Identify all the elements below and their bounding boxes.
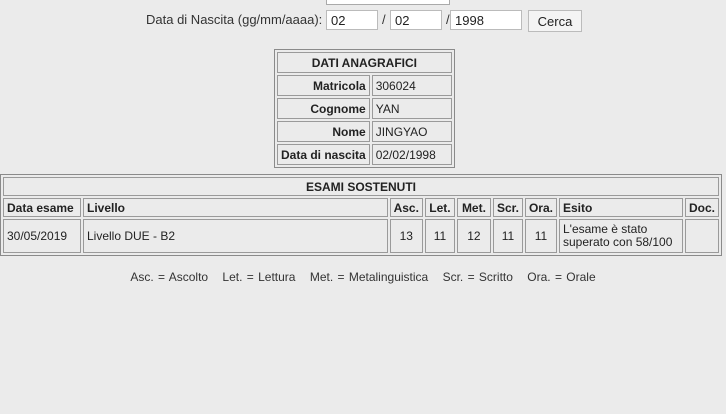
column-header: Livello	[83, 198, 388, 217]
table-row: Cognome YAN	[277, 98, 452, 119]
table-row: Matricola 306024	[277, 75, 452, 96]
column-header: Met.	[456, 198, 491, 217]
score-met: 12	[456, 219, 491, 253]
column-header: Data esame	[3, 198, 81, 217]
score-ora: 11	[524, 219, 557, 253]
table-header-row: Data esame Livello Asc. Let. Met. Scr. O…	[3, 198, 719, 217]
table-row: Data di nascita 02/02/1998	[277, 144, 452, 165]
column-header: Asc.	[389, 198, 423, 217]
exam-result: L'esame è stato superato con 58/100	[558, 219, 683, 253]
abbreviation-legend: Asc. = Ascolto Let. = Lettura Met. = Met…	[0, 270, 726, 284]
legend-item: Met. = Metalinguistica	[309, 270, 429, 284]
personal-data-title: DATI ANAGRAFICI	[277, 52, 452, 73]
dob-label: Data di Nascita (gg/mm/aaaa):	[146, 12, 323, 27]
field-label: Data di nascita	[277, 144, 370, 165]
legend-item: Let. = Lettura	[222, 270, 296, 284]
score-asc: 13	[389, 219, 423, 253]
legend-item: Asc. = Ascolto	[130, 270, 209, 284]
column-header: Scr.	[492, 198, 523, 217]
search-button[interactable]: Cerca	[528, 10, 582, 32]
dob-year-input[interactable]	[450, 10, 522, 30]
exam-level: Livello DUE - B2	[83, 219, 388, 253]
field-value: 02/02/1998	[371, 144, 452, 165]
column-header: Ora.	[524, 198, 557, 217]
field-value: 306024	[371, 75, 452, 96]
column-header: Doc.	[684, 198, 719, 217]
field-label: Matricola	[277, 75, 370, 96]
dob-search-row: Data di Nascita (gg/mm/aaaa): / / Cerca	[0, 10, 726, 32]
field-label: Nome	[277, 121, 370, 142]
personal-data-table: DATI ANAGRAFICI Matricola 306024 Cognome…	[274, 49, 455, 168]
table-row: Nome JINGYAO	[277, 121, 452, 142]
exams-title: ESAMI SOSTENUTI	[3, 177, 719, 196]
column-header: Esito	[558, 198, 683, 217]
field-label: Cognome	[277, 98, 370, 119]
dob-day-input[interactable]	[326, 10, 378, 30]
field-value: JINGYAO	[371, 121, 452, 142]
dob-separator: /	[382, 12, 386, 27]
exams-table: ESAMI SOSTENUTI Data esame Livello Asc. …	[0, 174, 722, 256]
exam-date: 30/05/2019	[3, 219, 81, 253]
top-input-stub[interactable]	[326, 0, 450, 5]
legend-item: Scr. = Scritto	[442, 270, 513, 284]
dob-month-input[interactable]	[390, 10, 442, 30]
legend-item: Ora. = Orale	[527, 270, 596, 284]
exam-doc	[684, 219, 719, 253]
column-header: Let.	[424, 198, 455, 217]
field-value: YAN	[371, 98, 452, 119]
score-scr: 11	[492, 219, 523, 253]
table-row: 30/05/2019 Livello DUE - B2 13 11 12 11 …	[3, 219, 719, 253]
score-let: 11	[424, 219, 455, 253]
